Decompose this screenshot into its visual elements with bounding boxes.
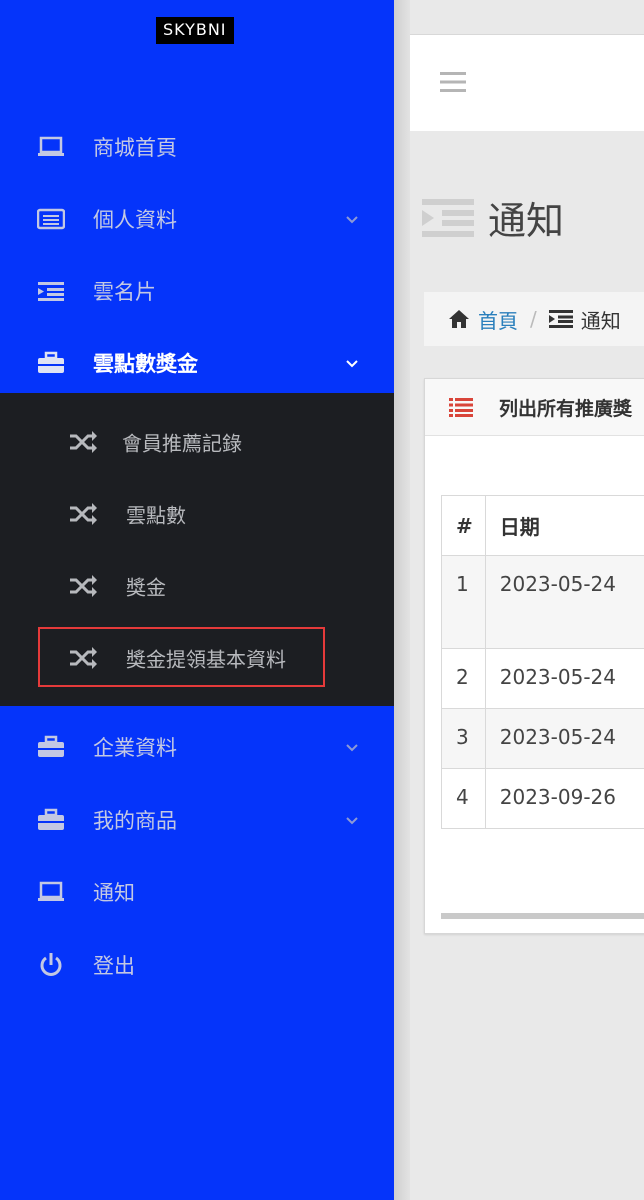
page-title-text: 通知 (488, 199, 565, 243)
breadcrumb-separator: / (530, 307, 537, 331)
sidebar-item-label: 個人資料 (93, 208, 177, 232)
sidebar-item-cloud-points-bonus[interactable]: 雲點數獎金 (0, 327, 394, 399)
home-icon (449, 310, 469, 328)
panel-header: 列出所有推廣獎 (425, 379, 644, 436)
sidebar-shadow (394, 0, 410, 1200)
chevron-down-icon (346, 216, 358, 224)
laptop-icon (36, 879, 66, 905)
row-date: 2023-05-24 (484, 708, 644, 769)
submenu-cloud-points-bonus: 會員推薦記錄 雲點數 獎金 獎金提領基本資料 (0, 393, 394, 706)
briefcase-icon (36, 734, 66, 760)
sidebar-item-shop-home[interactable]: 商城首頁 (0, 111, 394, 183)
submenu-item-label: 會員推薦記錄 (122, 431, 242, 456)
table-row: 4 2023-09-26 (441, 768, 644, 829)
highlight-annotation-box (38, 627, 325, 687)
notifications-panel: 列出所有推廣獎 # 日期 1 2023-05-24 2 2023-05-24 3… (424, 378, 644, 934)
sidebar-item-notifications[interactable]: 通知 (0, 856, 394, 928)
briefcase-icon (36, 807, 66, 833)
breadcrumb: 首頁 / 通知 (424, 292, 644, 346)
sidebar-item-company-info[interactable]: 企業資料 (0, 711, 394, 783)
sidebar-item-cloud-card[interactable]: 雲名片 (0, 255, 394, 327)
panel-title: 列出所有推廣獎 (499, 397, 633, 420)
table-header-row: # 日期 (441, 495, 644, 556)
submenu-item-bonus[interactable]: 獎金 (0, 550, 394, 622)
shuffle-icon (70, 575, 97, 597)
row-date: 2023-05-24 (484, 648, 644, 709)
chevron-down-icon (346, 817, 358, 825)
sidebar-item-logout[interactable]: 登出 (0, 929, 394, 1001)
indent-list-icon (36, 278, 66, 304)
sidebar-item-label: 登出 (93, 954, 135, 978)
submenu-item-cloud-points[interactable]: 雲點數 (0, 478, 394, 550)
submenu-item-label: 雲點數 (126, 503, 186, 528)
hamburger-menu-icon[interactable] (440, 71, 466, 93)
sidebar-item-label: 企業資料 (93, 736, 177, 760)
sidebar-item-profile[interactable]: 個人資料 (0, 183, 394, 255)
sidebar-item-label: 雲點數獎金 (93, 352, 198, 376)
submenu-item-referral-records[interactable]: 會員推薦記錄 (0, 406, 394, 478)
breadcrumb-current: 通知 (580, 308, 621, 333)
row-number: 2 (441, 648, 486, 709)
sidebar-item-label: 通知 (93, 881, 135, 905)
sidebar-item-label: 商城首頁 (93, 136, 177, 160)
notifications-table: # 日期 1 2023-05-24 2 2023-05-24 3 2023-05… (441, 495, 644, 829)
page-title: 通知 (422, 190, 564, 245)
sidebar-item-my-products[interactable]: 我的商品 (0, 784, 394, 856)
power-icon (36, 952, 66, 978)
row-date: 2023-05-24 (484, 555, 644, 649)
shuffle-icon (70, 503, 97, 525)
list-icon (449, 398, 473, 417)
sidebar-item-label: 雲名片 (93, 280, 156, 304)
row-number: 3 (441, 708, 486, 769)
table-row: 1 2023-05-24 (441, 555, 644, 649)
horizontal-scrollbar[interactable] (441, 913, 644, 919)
sidebar-item-label: 我的商品 (93, 809, 177, 833)
shuffle-icon (70, 431, 97, 453)
top-bar (410, 34, 644, 131)
laptop-icon (36, 134, 66, 160)
column-header-number[interactable]: # (441, 495, 486, 556)
briefcase-icon (36, 350, 66, 376)
indent-list-icon (422, 198, 474, 237)
column-header-date[interactable]: 日期 (484, 495, 644, 556)
row-date: 2023-09-26 (484, 768, 644, 829)
brand-logo[interactable]: SKYBNI (156, 17, 234, 44)
indent-list-icon (548, 310, 573, 328)
submenu-item-label: 獎金 (126, 575, 166, 600)
chevron-down-icon (346, 744, 358, 752)
breadcrumb-home-link[interactable]: 首頁 (478, 305, 518, 334)
row-number: 1 (441, 555, 486, 649)
id-card-icon (36, 206, 66, 232)
table-row: 3 2023-05-24 (441, 708, 644, 769)
row-number: 4 (441, 768, 486, 829)
chevron-down-icon (346, 360, 358, 368)
sidebar: SKYBNI 商城首頁 個人資料 雲名片 雲點數獎金 會員推薦記錄 雲點數 獎金… (0, 0, 394, 1200)
table-row: 2 2023-05-24 (441, 648, 644, 709)
